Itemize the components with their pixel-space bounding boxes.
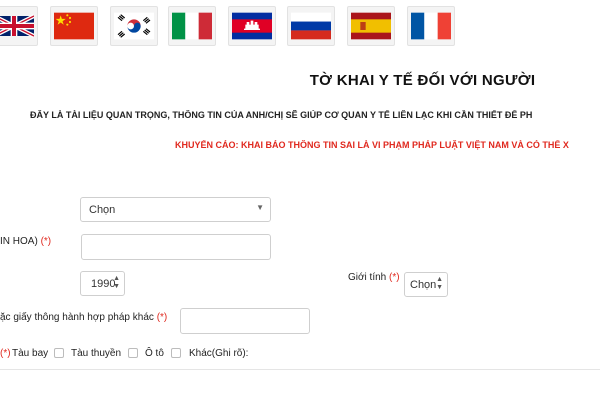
divider: [0, 369, 600, 370]
transport-option-other-label: Khác(Ghi rõ):: [189, 348, 249, 359]
page-title: TỜ KHAI Y TẾ ĐỐI VỚI NGƯỜI: [309, 72, 536, 89]
transport-option-plane-label: Tàu bay: [12, 348, 49, 359]
updown-arrows-icon: ▲ ▼: [113, 275, 120, 290]
transport-ship-checkbox[interactable]: [128, 348, 138, 358]
gender-label: Giới tính (*): [348, 272, 400, 283]
birth-year-select[interactable]: 1990 ▲ ▼: [80, 271, 125, 296]
language-flag-bar: [0, 6, 600, 46]
france-flag-icon[interactable]: [407, 6, 455, 46]
china-flag-icon[interactable]: [50, 6, 98, 46]
name-label: IN HOA) (*): [0, 236, 52, 247]
transport-option-ship-label: Tàu thuyền: [71, 348, 122, 359]
first-select-value: Chọn: [89, 204, 116, 216]
uk-flag-icon[interactable]: [0, 6, 38, 46]
south-korea-flag-icon[interactable]: [110, 6, 158, 46]
full-name-input[interactable]: [81, 234, 271, 260]
transport-option-car-label: Ô tô: [145, 348, 164, 359]
transport-car-checkbox[interactable]: [171, 348, 181, 358]
gender-select[interactable]: Chọn ▲ ▼: [404, 272, 448, 297]
birth-year-value: 1990: [91, 278, 116, 290]
cambodia-flag-icon[interactable]: [228, 6, 276, 46]
passport-input[interactable]: [180, 308, 310, 334]
gender-select-value: Chọn: [410, 279, 437, 291]
italy-flag-icon[interactable]: [168, 6, 216, 46]
transport-plane-checkbox[interactable]: [54, 348, 64, 358]
spain-flag-icon[interactable]: [347, 6, 395, 46]
updown-arrows-icon: ▲ ▼: [436, 276, 443, 291]
russia-flag-icon[interactable]: [287, 6, 335, 46]
warning-notice: KHUYẾN CÁO: KHAI BÁO THÔNG TIN SAI LÀ VI…: [175, 140, 569, 150]
first-select[interactable]: Chọn ▼: [80, 197, 271, 222]
passport-label: ặc giấy thông hành hợp pháp khác (*): [0, 312, 168, 323]
transport-required-mark: (*): [0, 348, 11, 359]
chevron-down-icon: ▼: [256, 203, 264, 212]
important-notice: ĐÂY LÀ TÀI LIỆU QUAN TRỌNG, THÔNG TIN CỦ…: [30, 110, 533, 120]
